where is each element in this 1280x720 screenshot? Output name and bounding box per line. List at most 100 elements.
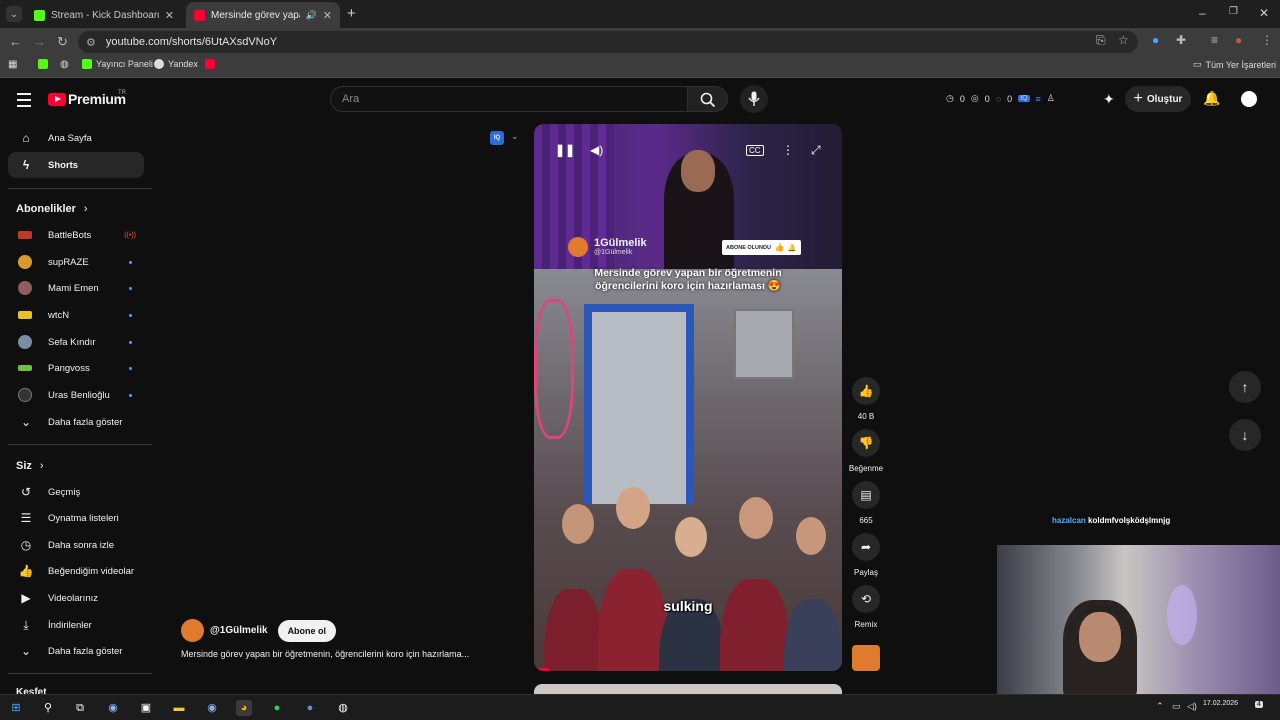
channel-name-link[interactable]: @1Gülmelik [210,625,268,636]
obs-taskbar-icon[interactable]: ◍ [335,700,351,716]
sidebar-item-liked-videos[interactable]: 👍 Beğendiğim videolar [8,558,144,584]
forward-button[interactable]: → [33,34,46,49]
iq-extension-icon[interactable]: IQ [1018,95,1030,102]
sidebar-item-your-videos[interactable]: ▶ Videolarınız [8,585,144,611]
menu-icon[interactable] [17,93,31,111]
tab-kick-dashboard[interactable]: Stream - Kick Dashboard ✕ [26,2,182,28]
liked-videos-icon: 👍 [18,564,34,578]
install-app-icon[interactable]: ⎘ [1096,33,1106,48]
sidebar-item-history[interactable]: ↺ Geçmiş [8,479,144,505]
voice-search-button[interactable] [740,85,768,113]
back-button[interactable]: ← [9,34,22,49]
volume-tray-icon[interactable]: ◁) [1187,701,1197,712]
chrome-taskbar-icon[interactable]: ◕ [236,700,252,716]
sidebar-item-watch-later[interactable]: ◷ Daha sonra izle [8,532,144,558]
sidebar-item-mami-emen[interactable]: Mami Emen [8,275,144,301]
browser-menu-icon[interactable]: ⋮ [1261,33,1273,47]
gift-icon[interactable]: ✦ [1103,91,1115,108]
bookmark-yayinci-paneli[interactable]: Yayıncı Paneli [82,59,153,69]
bookmark-globe[interactable]: ◍ [60,59,69,70]
site-info-icon[interactable]: ⚙ [86,36,96,49]
windows-start-icon[interactable]: ⊞ [8,700,24,716]
share-button[interactable]: ➦ Paylaş [850,533,882,577]
apps-icon[interactable]: ▦ [8,59,17,70]
system-clock[interactable]: 17.02.2026 [1203,700,1238,708]
captions-icon[interactable]: CC [746,145,764,156]
all-bookmarks[interactable]: ▭ Tüm Yer İşaretleri [1193,59,1276,70]
steam-taskbar-icon-2[interactable]: ◉ [204,700,220,716]
sidebar-item-wtcn[interactable]: wtcN [8,302,144,328]
sidebar-item-shorts[interactable]: ϟ Shorts [8,152,144,178]
account-avatar[interactable] [1239,89,1259,109]
profile-avatar-icon[interactable]: ● [1235,33,1242,47]
bookmark-star-icon[interactable]: ☆ [1118,33,1129,47]
remix-button[interactable]: ⟲ Remix [850,585,882,629]
show-more-subscriptions[interactable]: ⌄ Daha fazla göster [8,409,144,435]
subscribe-button[interactable]: Abone ol [277,619,337,642]
sidebar-item-sefa-kindir[interactable]: Sefa Kındır [8,329,144,355]
steam-taskbar-icon[interactable]: ◉ [105,700,121,716]
sound-source-thumbnail[interactable] [852,645,880,671]
sidebar-item-downloads[interactable]: ⤓ İndirilenler [8,612,144,638]
notifications-bell-icon[interactable]: 🔔 [1203,90,1220,107]
dislike-button[interactable]: 👎 Beğenme [849,429,883,473]
reload-button[interactable]: ↻ [57,34,68,50]
audio-playing-icon[interactable]: 🔊 [306,10,317,21]
network-icon[interactable]: ▭ [1172,701,1181,712]
tab-search-button[interactable]: ⌄ [6,6,22,22]
bookmark-yandex[interactable]: Yandex [154,59,198,69]
next-short-preview[interactable] [534,684,842,694]
search-icon[interactable]: ⚲ [40,700,56,716]
avatar [18,388,32,402]
you-heading[interactable]: Siz › [16,460,44,472]
task-view-icon[interactable]: ⧉ [72,700,88,716]
subscriptions-heading[interactable]: Abonelikler › [16,203,88,215]
create-button[interactable]: + Oluştur [1125,86,1191,112]
discord-taskbar-icon[interactable]: ● [302,700,318,716]
notifications-badge[interactable]: 4 [1255,701,1263,708]
media-controls-icon[interactable]: ≡ [1211,33,1218,47]
close-window-button[interactable]: ✕ [1259,6,1269,20]
volume-icon[interactable]: ◀) [590,143,603,157]
close-tab-icon[interactable]: ✕ [165,9,174,22]
show-more-you[interactable]: ⌄ Daha fazla göster [8,638,144,664]
trophy-icon[interactable]: ♙ [1047,93,1055,104]
like-button[interactable]: 👍 40 B [850,377,882,421]
sidebar-item-supraze[interactable]: supRAZE [8,249,144,275]
more-options-icon[interactable]: ⋮ [782,143,794,157]
bookmark-youtube[interactable] [205,59,219,69]
extension-icon[interactable]: ● [1152,33,1159,47]
url-field[interactable]: ⚙ youtube.com/shorts/6UtAXsdVNoY [78,31,1138,53]
sidebar-item-pangvoss[interactable]: Pangvoss [8,355,144,381]
channel-avatar[interactable] [181,619,204,642]
spotify-taskbar-icon[interactable]: ● [269,700,285,716]
sidebar-item-playlists[interactable]: ☰ Oynatma listeleri [8,505,144,531]
search-input[interactable]: Ara [330,86,688,112]
explorer-taskbar-icon[interactable]: ▬ [171,700,187,716]
next-short-button[interactable]: ↓ [1229,419,1261,451]
pause-icon[interactable]: ❚❚ [555,143,575,157]
fullscreen-icon[interactable]: ⤢ [811,143,821,158]
tab-youtube-short[interactable]: Mersinde görev yapan bir ö 🔊 ✕ [186,2,340,28]
minimize-button[interactable]: – [1199,6,1206,20]
list-extension-icon[interactable]: ≡ [1036,94,1041,104]
previous-short-button[interactable]: ↑ [1229,371,1261,403]
tray-chevron-icon[interactable]: ⌃ [1156,701,1164,712]
youtube-premium-logo[interactable]: Premium TR [48,90,126,107]
shorts-player[interactable]: ❚❚ ◀) CC ⋮ ⤢ 1Gülmelik @1Gülmelik ABONE … [534,124,842,671]
restore-button[interactable]: ❐ [1229,6,1238,17]
chevron-down-icon[interactable]: ⌄ [511,131,519,142]
close-tab-icon[interactable]: ✕ [323,9,332,22]
comments-button[interactable]: ▤ 665 [850,481,882,525]
search-button[interactable] [688,86,728,112]
extensions-puzzle-icon[interactable]: ✚ [1176,33,1186,47]
sidebar-item-battlebots[interactable]: BattleBots ((•)) [8,222,144,248]
iq-extension-button[interactable]: IQ [490,131,504,145]
bookmark-kick[interactable] [38,59,52,69]
sidebar-item-home[interactable]: ⌂ Ana Sayfa [8,125,144,151]
short-description[interactable]: Mersinde görev yapan bir öğretmenin, öğr… [181,649,469,659]
new-tab-button[interactable]: + [347,5,356,22]
video-progress-bar[interactable] [534,668,550,671]
sidebar-item-uras-benlioglu[interactable]: Uras Benlioğlu [8,382,144,408]
store-taskbar-icon[interactable]: ▣ [138,700,154,716]
